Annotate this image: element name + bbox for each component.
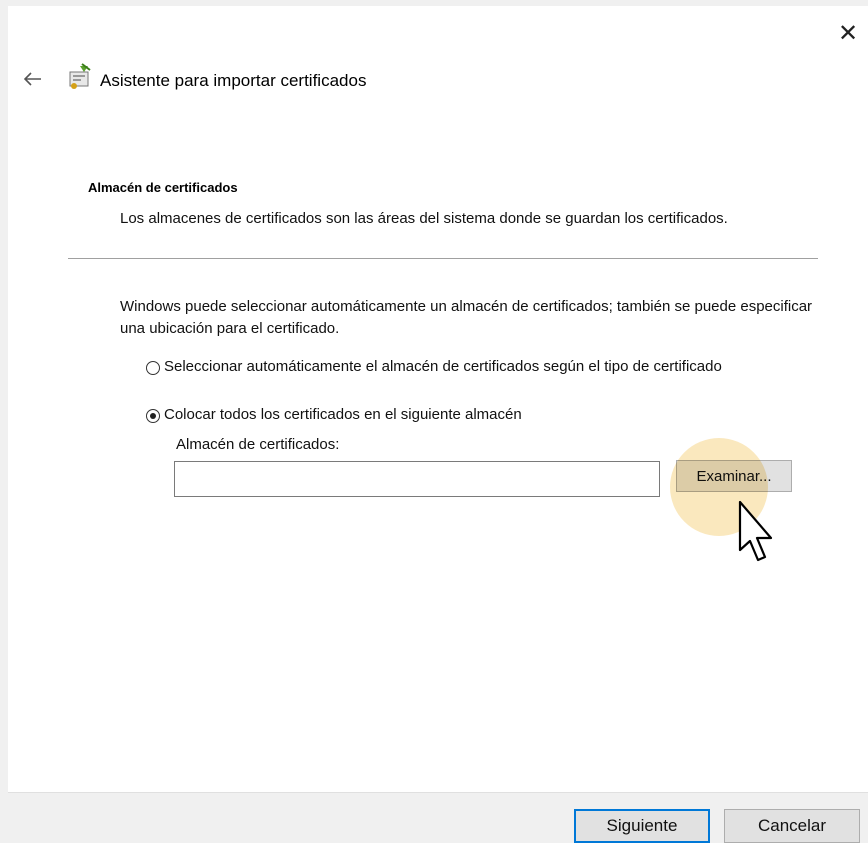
radio-button[interactable] <box>146 361 160 375</box>
back-button[interactable] <box>18 64 48 94</box>
section-title: Almacén de certificados <box>88 180 238 195</box>
close-button[interactable]: ✕ <box>828 16 868 50</box>
store-input[interactable] <box>174 461 660 497</box>
radio-place-all[interactable]: Colocar todos los certificados en el sig… <box>146 404 764 426</box>
store-field-label: Almacén de certificados: <box>176 436 340 453</box>
wizard-footer: Siguiente Cancelar <box>8 792 868 843</box>
browse-button[interactable]: Examinar... <box>676 460 792 492</box>
wizard-window: ✕ Asistente para importar certificados A… <box>8 6 868 843</box>
radio-label: Seleccionar automáticamente el almacén d… <box>164 358 722 375</box>
radio-auto-select[interactable]: Seleccionar automáticamente el almacén d… <box>146 356 764 378</box>
back-arrow-icon <box>24 72 41 86</box>
certificate-wizard-icon <box>69 63 91 89</box>
intro-text: Windows puede seleccionar automáticament… <box>120 298 813 337</box>
radio-label: Colocar todos los certificados en el sig… <box>164 406 522 423</box>
section-description: Los almacenes de certificados son las ár… <box>120 210 728 227</box>
close-icon: ✕ <box>837 19 859 47</box>
mouse-cursor-icon <box>738 500 773 562</box>
header-divider <box>68 258 818 259</box>
radio-button[interactable] <box>146 409 160 423</box>
wizard-title: Asistente para importar certificados <box>100 71 367 90</box>
